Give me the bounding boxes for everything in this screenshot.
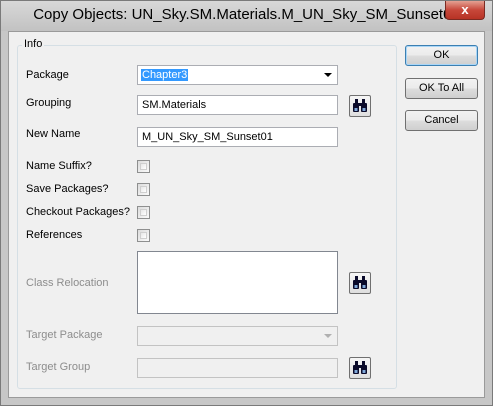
binoculars-icon [353,99,367,112]
grouping-browse-button[interactable] [349,95,371,117]
name-suffix-checkbox[interactable] [137,160,150,173]
new-name-label: New Name [26,128,81,140]
package-label: Package [26,69,69,81]
grouping-label: Grouping [26,97,72,109]
target-package-label: Target Package [26,329,103,341]
window-title: Copy Objects: UN_Sky.SM.Materials.M_UN_S… [33,6,460,23]
target-group-field[interactable] [137,358,338,378]
close-button[interactable]: x [445,1,485,20]
ok-button[interactable]: OK [405,45,478,66]
name-suffix-label: Name Suffix? [26,160,92,172]
title-bar[interactable]: Copy Objects: UN_Sky.SM.Materials.M_UN_S… [1,1,492,31]
package-selected-value: Chapter3 [141,69,189,81]
chevron-down-icon [324,334,332,338]
target-group-label: Target Group [26,361,91,373]
save-packages-label: Save Packages? [26,183,109,195]
class-relocation-browse-button[interactable] [349,272,371,294]
ok-to-all-button[interactable]: OK To All [405,78,478,99]
grouping-field[interactable]: SM.Materials [137,95,338,115]
references-checkbox[interactable] [137,229,150,242]
target-package-dropdown[interactable] [137,326,338,346]
cancel-button[interactable]: Cancel [405,110,478,131]
binoculars-icon [353,361,367,374]
dialog-body: Info Package Chapter3 Grouping SM.Materi… [8,31,485,398]
package-dropdown[interactable]: Chapter3 [137,65,338,85]
chevron-down-icon [324,73,332,77]
checkout-packages-label: Checkout Packages? [26,206,130,218]
binoculars-icon [353,276,367,289]
new-name-field[interactable]: M_UN_Sky_SM_Sunset01 [137,127,338,147]
references-label: References [26,229,83,241]
copy-objects-dialog: Copy Objects: UN_Sky.SM.Materials.M_UN_S… [0,0,493,406]
info-group-title: Info [22,38,45,50]
class-relocation-list[interactable] [137,251,338,314]
target-group-browse-button[interactable] [349,357,371,379]
save-packages-checkbox[interactable] [137,183,150,196]
class-relocation-label: Class Relocation [26,277,109,289]
checkout-packages-checkbox[interactable] [137,206,150,219]
